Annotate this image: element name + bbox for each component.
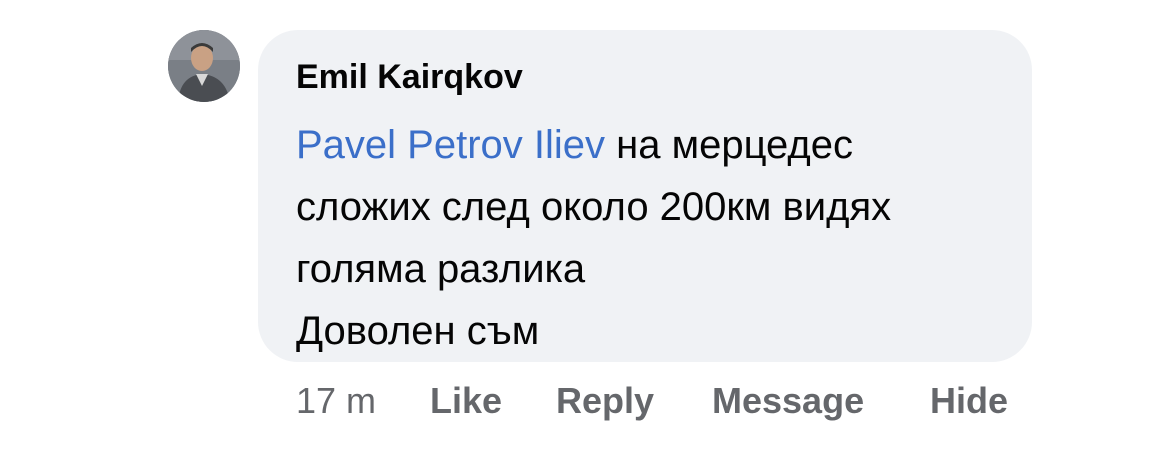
comment-line-2: сложих след около 200км видях bbox=[296, 185, 892, 229]
avatar[interactable] bbox=[168, 30, 240, 102]
comment-bubble: Emil Kairqkov Pavel Petrov Iliev на мерц… bbox=[258, 30, 1032, 362]
comment-line-4: Доволен съм bbox=[296, 309, 540, 353]
comment-line-1: Pavel Petrov Iliev на мерцедес bbox=[296, 114, 1016, 176]
message-button[interactable]: Message bbox=[712, 380, 864, 422]
mention-link[interactable]: Pavel Petrov Iliev bbox=[296, 123, 605, 167]
comment-line-1-text: на мерцедес bbox=[605, 123, 853, 167]
comment-timestamp[interactable]: 17 m bbox=[296, 380, 376, 422]
hide-button[interactable]: Hide bbox=[930, 380, 1008, 422]
like-button[interactable]: Like bbox=[430, 380, 502, 422]
avatar-photo-icon bbox=[168, 30, 240, 102]
reply-button[interactable]: Reply bbox=[556, 380, 654, 422]
comment-author-name[interactable]: Emil Kairqkov bbox=[296, 58, 523, 97]
comment-line-3: голяма разлика bbox=[296, 247, 586, 291]
comment-text: Pavel Petrov Iliev на мерцедес сложих сл… bbox=[296, 114, 1016, 362]
